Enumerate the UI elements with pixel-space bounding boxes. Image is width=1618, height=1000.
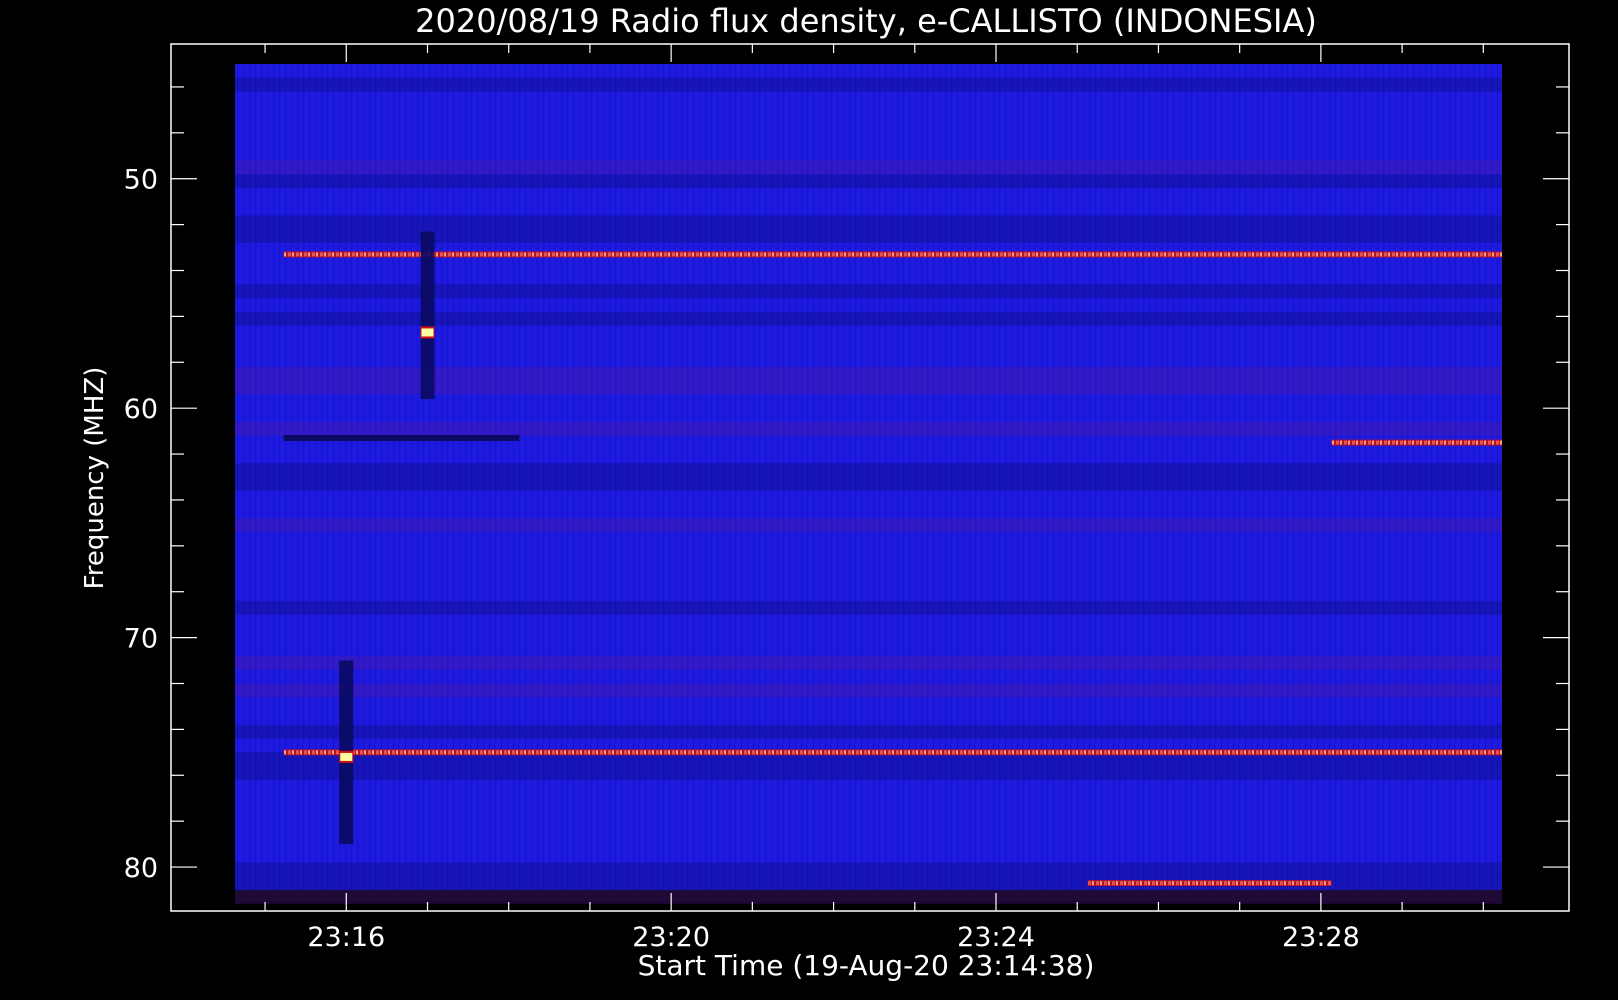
x-tick-label: 23:28 — [1282, 922, 1360, 953]
y-axis-label: Frequency (MHZ) — [80, 367, 110, 590]
burst-5-peak — [340, 752, 353, 761]
band-0-detail — [283, 252, 1503, 257]
radio-spectrogram-chart: 2020/08/19 Radio flux density, e-CALLIST… — [80, 2, 1570, 982]
heatmap-row — [235, 77, 1502, 92]
band-4-detail — [1087, 881, 1332, 886]
y-tick-label: 60 — [124, 394, 158, 425]
heatmap-row — [235, 174, 1502, 188]
x-tick-label: 23:16 — [307, 922, 385, 953]
heatmap-row — [235, 683, 1502, 698]
y-tick-label: 50 — [124, 165, 158, 196]
heatmap-row — [235, 518, 1502, 533]
heatmap-row — [235, 215, 1502, 230]
heatmap-row — [235, 463, 1502, 477]
heatmap-area — [235, 64, 1503, 904]
heatmap-row — [235, 862, 1502, 877]
x-axis-label: Start Time (19-Aug-20 23:14:38) — [638, 949, 1095, 982]
chart-title: 2020/08/19 Radio flux density, e-CALLIST… — [415, 2, 1317, 40]
burst-6 — [420, 231, 435, 399]
heatmap-row — [235, 600, 1502, 615]
heatmap-row — [235, 477, 1502, 491]
band-1 — [283, 434, 520, 441]
burst-6-peak — [421, 328, 434, 337]
heatmap-row — [235, 421, 1502, 436]
band-3-detail — [283, 750, 1503, 755]
y-tick-label: 80 — [124, 853, 158, 884]
heatmap-row — [235, 766, 1502, 780]
heatmap-row — [235, 655, 1502, 670]
y-tick-label: 70 — [124, 624, 158, 655]
heatmap-row — [235, 724, 1502, 739]
heatmap-row — [235, 890, 1502, 904]
band-2-detail — [1331, 440, 1502, 445]
heatmap-row — [235, 160, 1502, 175]
